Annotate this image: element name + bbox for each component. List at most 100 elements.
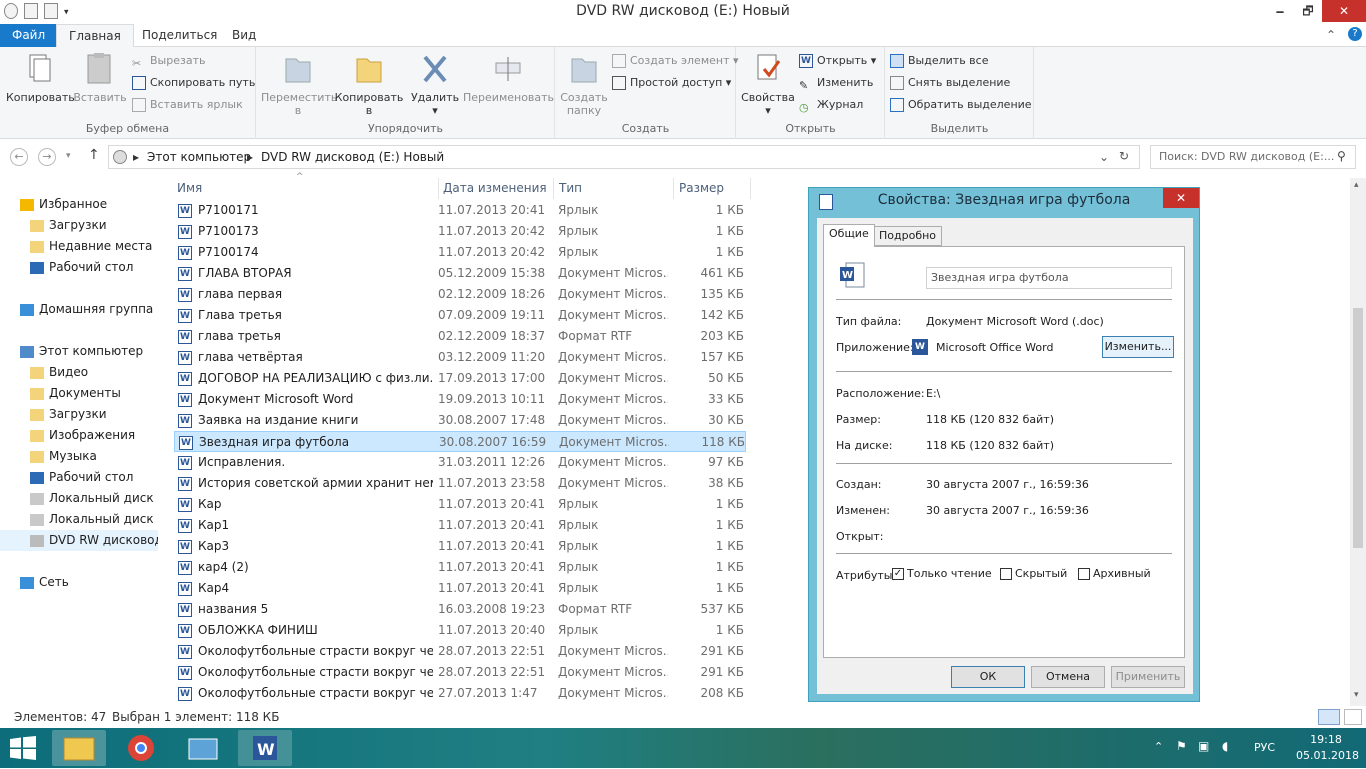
invert-selection-button[interactable]: Обратить выделение <box>890 95 1032 115</box>
nav-item[interactable]: Сеть <box>0 572 158 593</box>
nav-item[interactable]: Рабочий стол <box>0 257 158 278</box>
refresh-icon[interactable]: ↻ <box>1119 149 1129 163</box>
file-row[interactable]: P7100173 11.07.2013 20:42 Ярлык 1 КБ <box>174 221 746 242</box>
search-input[interactable]: Поиск: DVD RW дисковод (E:... ⚲ <box>1150 145 1356 169</box>
scrollbar[interactable]: ▴ ▾ <box>1350 178 1366 706</box>
tab-share[interactable]: Поделиться <box>130 24 229 47</box>
network-icon[interactable]: ▣ <box>1198 739 1209 753</box>
clock-date[interactable]: 05.01.2018 <box>1296 749 1359 762</box>
properties-button[interactable]: Свойства ▾ <box>739 51 797 117</box>
history-button[interactable]: ◷ Журнал <box>799 95 863 115</box>
file-row[interactable]: кар4 (2) 11.07.2013 20:41 Ярлык 1 КБ <box>174 557 746 578</box>
volume-icon[interactable]: ◖ <box>1222 739 1228 753</box>
start-button[interactable] <box>8 736 38 760</box>
nav-item[interactable]: Локальный диск (C <box>0 488 158 509</box>
nav-item[interactable]: Локальный диск (D <box>0 509 158 530</box>
move-to-button[interactable]: Переместить в <box>261 51 337 117</box>
maximize-button[interactable]: 🗗 <box>1294 0 1322 22</box>
file-row[interactable]: Околофутбольные страсти вокруг чем... 27.… <box>174 683 746 704</box>
file-row[interactable]: Глава третья 07.09.2009 19:11 Документ Mic… <box>174 305 746 326</box>
cancel-button[interactable]: Отмена <box>1031 666 1105 688</box>
file-row[interactable]: ОБЛОЖКА ФИНИШ 11.07.2013 20:40 Ярлык 1 КБ <box>174 620 746 641</box>
scroll-up-icon[interactable]: ▴ <box>1354 180 1359 190</box>
file-row[interactable]: Околофутбольные страсти вокруг чем... 28.… <box>174 662 746 683</box>
chevron-down-icon[interactable]: ⌄ <box>1099 150 1109 164</box>
column-header-size[interactable]: Размер <box>673 178 751 199</box>
breadcrumb-current[interactable]: DVD RW дисковод (E:) Новый <box>261 150 444 164</box>
tab-details[interactable]: Подробно <box>873 226 943 246</box>
nav-item[interactable]: Видео <box>0 362 158 383</box>
paste-button[interactable]: Вставить <box>72 51 128 104</box>
tab-home[interactable]: Главная <box>56 24 134 48</box>
file-row[interactable]: Кар3 11.07.2013 20:41 Ярлык 1 КБ <box>174 536 746 557</box>
tab-file[interactable]: Файл <box>0 24 56 47</box>
nav-item[interactable]: Домашняя группа <box>0 299 158 320</box>
nav-item[interactable]: Недавние места <box>0 236 158 257</box>
file-row[interactable]: названия 5 16.03.2008 19:23 Формат RTF 537 … <box>174 599 746 620</box>
help-icon[interactable]: ? <box>1348 27 1362 41</box>
change-app-button[interactable]: Изменить... <box>1102 336 1174 358</box>
select-all-button[interactable]: Выделить все <box>890 51 988 71</box>
nav-item[interactable]: Этот компьютер <box>0 341 158 362</box>
recent-locations-icon[interactable]: ▾ <box>66 151 71 161</box>
nav-item[interactable]: Музыка <box>0 446 158 467</box>
archive-checkbox[interactable]: Архивный <box>1078 567 1151 580</box>
breadcrumb-separator[interactable]: ▸ <box>247 150 253 164</box>
easy-access-button[interactable]: Простой доступ ▾ <box>612 73 731 93</box>
open-button[interactable]: W Открыть ▾ <box>799 51 876 71</box>
nav-item[interactable]: Загрузки <box>0 215 158 236</box>
file-row[interactable]: глава четвёртая 03.12.2009 11:20 Документ … <box>174 347 746 368</box>
column-header-type[interactable]: Тип <box>553 178 582 199</box>
taskbar-word[interactable]: W <box>238 730 292 766</box>
file-row[interactable]: Документ Microsoft Word 19.09.2013 10:11 Д… <box>174 389 746 410</box>
file-row[interactable]: глава первая 02.12.2009 18:26 Документ Mic… <box>174 284 746 305</box>
new-item-button[interactable]: Создать элемент ▾ <box>612 51 739 71</box>
file-row[interactable]: Исправления. 31.03.2011 12:26 Документ Mic… <box>174 452 746 473</box>
copy-button[interactable]: Копировать <box>6 51 75 104</box>
forward-button[interactable]: → <box>38 148 56 166</box>
copy-to-button[interactable]: Копировать в <box>333 51 405 117</box>
file-row[interactable]: Звездная игра футбола 30.08.2007 16:59 Док… <box>174 431 746 452</box>
file-row[interactable]: глава третья 02.12.2009 18:37 Формат RTF 20… <box>174 326 746 347</box>
taskbar-chrome[interactable] <box>114 730 168 766</box>
file-row[interactable]: История советской армии хранит нема... 11… <box>174 473 746 494</box>
copy-path-button[interactable]: Скопировать путь <box>132 73 255 93</box>
paste-shortcut-button[interactable]: Вставить ярлык <box>132 95 243 115</box>
file-row[interactable]: ГЛАВА ВТОРАЯ 05.12.2009 15:38 Документ Mic… <box>174 263 746 284</box>
close-button[interactable]: ✕ <box>1322 0 1366 22</box>
clock-time[interactable]: 19:18 <box>1296 733 1356 746</box>
apply-button[interactable]: Применить <box>1111 666 1185 688</box>
hidden-checkbox[interactable]: Скрытый <box>1000 567 1067 580</box>
tab-general[interactable]: Общие <box>823 224 875 247</box>
back-button[interactable]: ← <box>10 148 28 166</box>
new-folder-button[interactable]: Создать папку <box>558 51 610 117</box>
scroll-thumb[interactable] <box>1353 308 1363 548</box>
language-indicator[interactable]: РУС <box>1254 741 1275 754</box>
cut-button[interactable]: ✂ Вырезать <box>132 51 205 71</box>
show-hidden-icons[interactable]: ⌃ <box>1154 740 1163 753</box>
nav-item[interactable]: Рабочий стол <box>0 467 158 488</box>
file-row[interactable]: Кар 11.07.2013 20:41 Ярлык 1 КБ <box>174 494 746 515</box>
taskbar-explorer[interactable] <box>52 730 106 766</box>
tab-view[interactable]: Вид <box>220 24 268 47</box>
search-icon[interactable]: ⚲ <box>1337 149 1346 163</box>
filename-field[interactable]: Звездная игра футбола <box>926 267 1172 289</box>
file-row[interactable]: Кар4 11.07.2013 20:41 Ярлык 1 КБ <box>174 578 746 599</box>
column-header-name[interactable]: Имя <box>177 178 202 199</box>
file-row[interactable]: Заявка на издание книги 30.08.2007 17:48 Д… <box>174 410 746 431</box>
rename-button[interactable]: Переименовать <box>463 51 554 104</box>
taskbar-photos[interactable] <box>176 730 230 766</box>
dialog-close-button[interactable]: ✕ <box>1163 188 1199 208</box>
readonly-checkbox[interactable]: ✓ Только чтение <box>892 567 992 580</box>
edit-button[interactable]: ✎ Изменить <box>799 73 873 93</box>
nav-item[interactable]: DVD RW дисковод ( <box>0 530 158 551</box>
nav-item[interactable]: Избранное <box>0 194 158 215</box>
scroll-down-icon[interactable]: ▾ <box>1354 690 1359 700</box>
up-button[interactable]: ↑ <box>88 147 100 163</box>
file-row[interactable]: P7100171 11.07.2013 20:41 Ярлык 1 КБ <box>174 200 746 221</box>
file-row[interactable]: ДОГОВОР НА РЕАЛИЗАЦИЮ с физ.ли... 17.09.2… <box>174 368 746 389</box>
select-none-button[interactable]: Снять выделение <box>890 73 1010 93</box>
breadcrumb-this-pc[interactable]: Этот компьютер <box>147 150 251 164</box>
details-view-icon[interactable] <box>1318 709 1340 725</box>
flag-icon[interactable]: ⚑ <box>1176 739 1187 753</box>
